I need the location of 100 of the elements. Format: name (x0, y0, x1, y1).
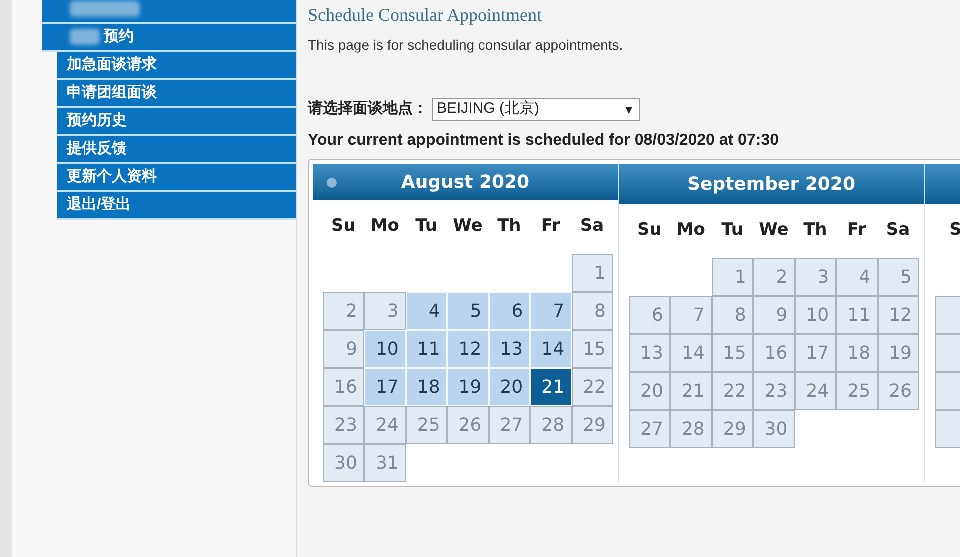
day-number: 25 (417, 414, 440, 438)
day-number: 28 (682, 418, 705, 442)
weekday-label: Su (636, 219, 663, 242)
day-number: 1 (734, 266, 746, 290)
month-title: August 2020 (401, 170, 530, 194)
day-number: 28 (542, 414, 565, 438)
weekday-label: Sa (885, 219, 912, 242)
day-number: 30 (334, 452, 358, 476)
day-number: 14 (542, 338, 565, 362)
day-number: 18 (417, 376, 440, 400)
day-number: 16 (334, 376, 358, 400)
day-number: 19 (458, 376, 482, 400)
day-number: 7 (693, 304, 705, 328)
day-number: 26 (458, 414, 482, 438)
day-number: 9 (776, 304, 788, 328)
day-number: 12 (889, 304, 912, 328)
sidebar-item[interactable]: 申请团组面谈 (57, 80, 296, 108)
weekday-label: We (758, 219, 790, 242)
select-caret: ▼ (623, 102, 635, 118)
day-number: 6 (512, 300, 524, 324)
day-number: 24 (376, 414, 399, 438)
day-cell[interactable]: 18 (406, 368, 448, 406)
day-cell[interactable]: 6 (488, 292, 530, 330)
weekday-label: Fr (846, 219, 868, 242)
weekday-label: We (452, 215, 484, 238)
sidebar-item[interactable]: 更新个人资料 (57, 164, 296, 192)
day-cell[interactable]: 13 (488, 330, 530, 368)
day-cell[interactable]: 12 (447, 330, 489, 368)
day-number: 21 (542, 376, 565, 400)
day-cell[interactable]: 5 (447, 292, 489, 330)
day-number: 3 (387, 300, 399, 324)
day-number: 9 (346, 338, 358, 362)
day-cell[interactable]: 20 (488, 368, 530, 406)
day-number: 11 (417, 338, 440, 362)
day-cell[interactable]: 19 (447, 368, 489, 406)
day-number: 5 (470, 300, 482, 324)
day-number: 15 (723, 342, 746, 366)
day-number: 1 (594, 262, 606, 286)
day-number: 20 (500, 376, 524, 400)
day-number: 23 (334, 414, 358, 438)
day-number: 31 (376, 452, 399, 476)
day-number: 7 (553, 300, 565, 324)
day-number: 19 (889, 342, 912, 366)
day-cell[interactable]: 17 (364, 368, 406, 406)
day-number: 23 (764, 380, 788, 404)
day-number: 11 (848, 304, 871, 328)
weekday-label: Tu (720, 219, 744, 242)
sidebar-item[interactable]: 预约 (42, 24, 296, 52)
day-number: 14 (682, 342, 705, 366)
weekday-label: Su (330, 215, 357, 238)
sidebar-item[interactable]: 退出/登出 (57, 192, 296, 220)
day-number: 16 (764, 342, 788, 366)
day-cell[interactable]: 21 (530, 368, 572, 406)
sidebar-item[interactable] (42, 0, 296, 24)
weekday-label: Th (802, 219, 828, 242)
day-number: 6 (652, 304, 664, 328)
day-number: 30 (764, 418, 788, 442)
day-number: 10 (376, 338, 399, 362)
prev-month-icon[interactable] (327, 178, 337, 188)
day-number: 26 (889, 380, 912, 404)
day-cell[interactable]: 14 (530, 330, 572, 368)
location-label: 请选择面谈地点： (308, 99, 428, 120)
day-number: 4 (428, 300, 440, 324)
current-appointment-text: Your current appointment is scheduled for 08/03/2020 at 07:30 (308, 131, 780, 151)
page-description: This page is for scheduling consular appointments. (308, 36, 624, 55)
day-number: 29 (583, 414, 606, 438)
day-number: 8 (734, 304, 746, 328)
day-number: 22 (723, 380, 746, 404)
day-cell[interactable]: 4 (406, 292, 448, 330)
day-cell[interactable]: 11 (406, 330, 448, 368)
day-number: 4 (859, 266, 871, 290)
day-number: 10 (806, 304, 830, 328)
day-number: 20 (640, 380, 664, 404)
weekday-label: Mo (370, 215, 400, 238)
day-number: 29 (723, 418, 746, 442)
month-title: September 2020 (688, 172, 856, 196)
day-number: 22 (583, 376, 606, 400)
sidebar-item[interactable]: 预约历史 (57, 108, 296, 136)
location-select[interactable]: BEIJING (北京) ▼ (432, 98, 640, 121)
day-number: 21 (682, 380, 705, 404)
weekday-label: Fr (540, 215, 562, 238)
day-number: 13 (640, 342, 664, 366)
day-number: 17 (376, 376, 399, 400)
sidebar-item[interactable]: 加急面谈请求 (57, 52, 296, 80)
day-number: 12 (458, 338, 482, 362)
day-number: 24 (806, 380, 830, 404)
day-cell[interactable]: 7 (530, 292, 572, 330)
weekday-label: Th (496, 215, 522, 238)
day-number: 18 (848, 342, 871, 366)
day-number: 5 (900, 266, 912, 290)
page-title: Schedule Consular Appointment (308, 4, 543, 27)
day-number: 2 (346, 300, 358, 324)
day-number: 25 (848, 380, 871, 404)
weekday-label: Tu (414, 215, 438, 238)
day-number: 27 (500, 414, 524, 438)
day-number: 27 (640, 418, 664, 442)
weekday-label: Sa (579, 215, 606, 238)
sidebar-item[interactable]: 提供反馈 (57, 136, 296, 164)
day-cell[interactable]: 10 (364, 330, 406, 368)
sidebar-item-label: 预约 (104, 26, 134, 47)
